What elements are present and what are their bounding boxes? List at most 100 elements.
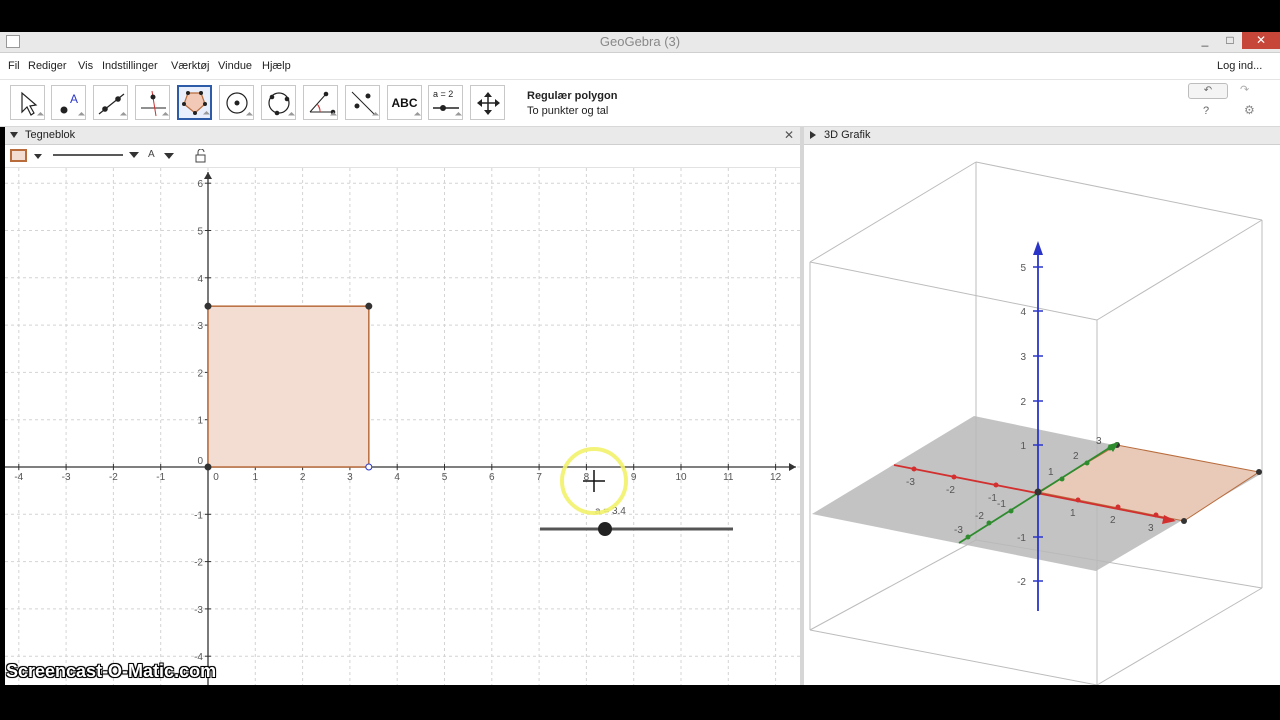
- x-tick-label: 2: [300, 472, 306, 483]
- z-axis-arrow-icon: [1033, 241, 1043, 255]
- y-tick-label: 5: [197, 227, 203, 238]
- graphics-view-title: Tegneblok: [25, 129, 76, 141]
- z-tick-label: 4: [1020, 307, 1026, 318]
- style-bar: A: [5, 145, 800, 168]
- lock-icon[interactable]: [195, 149, 207, 163]
- tool-text[interactable]: ABC: [387, 85, 422, 120]
- polygon-vertex: [365, 302, 373, 310]
- text-tool-label: ABC: [391, 95, 418, 110]
- active-tool-help: To punkter og tal: [527, 105, 609, 117]
- tool-slider[interactable]: a = 2: [428, 85, 463, 120]
- x-tick-3d: [1115, 504, 1121, 510]
- tool-point[interactable]: A: [51, 85, 86, 120]
- x-tick-3d: [911, 466, 917, 472]
- undo-button[interactable]: ↶: [1188, 83, 1228, 99]
- x-tick-label: 10: [675, 472, 687, 483]
- y-tick-label: 1: [197, 416, 203, 427]
- tool-circle-three-points[interactable]: [261, 85, 296, 120]
- z-tick-label: 2: [1020, 397, 1026, 408]
- toolbar: A ABC a = 2 Regulær polygon To punkter o…: [0, 80, 1280, 127]
- x-tick-label: -1: [156, 472, 165, 483]
- y-tick-3d: [965, 534, 971, 540]
- z-tick-label: 3: [1020, 352, 1026, 363]
- graphics-3d-view[interactable]: 3D Grafik 5 4 3 2 1 -1 -2 -3 -2 -1 1 2 3 -3 -2 -1 1 2 3: [804, 127, 1280, 685]
- move-graphics-view-icon: [477, 92, 500, 115]
- menu-help[interactable]: Hjælp: [262, 60, 291, 72]
- tool-perpendicular[interactable]: [135, 85, 170, 120]
- y-tick-label-3d: -1: [997, 499, 1006, 510]
- z-tick-label: -2: [1017, 577, 1026, 588]
- tool-circle[interactable]: [219, 85, 254, 120]
- y-tick-label: -3: [194, 605, 203, 616]
- collapse-triangle-icon[interactable]: [10, 132, 18, 139]
- y-tick-label-3d: 1: [1048, 467, 1054, 478]
- y-tick-label-3d: 2: [1073, 451, 1079, 462]
- z-tick-label: 1: [1020, 441, 1026, 452]
- minimize-button[interactable]: _: [1192, 32, 1218, 49]
- y-tick-label: 2: [197, 368, 203, 379]
- menu-edit[interactable]: Rediger: [28, 60, 67, 72]
- x-tick-3d: [1153, 512, 1159, 518]
- polygon-vertex: [204, 302, 212, 310]
- menu-view[interactable]: Vis: [78, 60, 93, 72]
- polygon-vertex-3d: [1256, 469, 1262, 475]
- close-view-icon[interactable]: ✕: [784, 128, 794, 142]
- expand-triangle-icon[interactable]: [810, 131, 817, 140]
- label-style-button[interactable]: A: [148, 149, 155, 160]
- x-tick-label: 11: [723, 472, 734, 483]
- x-tick-label: -3: [62, 472, 71, 483]
- maximize-button[interactable]: □: [1218, 32, 1242, 49]
- polygon-vertex: [204, 463, 212, 471]
- x-tick-label-3d: 1: [1070, 508, 1076, 519]
- x-tick-label: 3: [347, 472, 353, 483]
- menu-tools[interactable]: Værktøj: [171, 60, 210, 72]
- origin-label: 0: [197, 456, 203, 467]
- y-tick-label: 6: [197, 179, 203, 190]
- x-tick-label: 6: [489, 472, 495, 483]
- settings-icon[interactable]: ⚙: [1244, 103, 1255, 117]
- color-picker-icon[interactable]: [10, 149, 46, 163]
- polygon-vertex: [365, 463, 373, 471]
- x-tick-label: 12: [770, 472, 782, 483]
- y-tick-label-3d: 3: [1096, 436, 1102, 447]
- tool-move-view[interactable]: [470, 85, 505, 120]
- svg-text:A: A: [70, 92, 78, 106]
- y-tick-3d: [1059, 476, 1065, 482]
- graphics-3d-canvas[interactable]: 5 4 3 2 1 -1 -2 -3 -2 -1 1 2 3 -3 -2 -1 1 2 3: [804, 145, 1280, 685]
- help-button[interactable]: ?: [1203, 105, 1209, 117]
- bounding-box-edge: [1096, 587, 1263, 685]
- x-tick-3d: [951, 474, 957, 480]
- tool-angle[interactable]: [303, 85, 338, 120]
- tool-move[interactable]: [10, 85, 45, 120]
- y-tick-3d: [1008, 508, 1014, 514]
- graphics-canvas[interactable]: -4 -3 -2 -1 0 1 2 3 4 5 6 7 8 9 10 11 12654321-1-2-3-40a…: [5, 168, 800, 685]
- z-tick-label: 5: [1020, 263, 1026, 274]
- y-tick-label: -2: [194, 558, 203, 569]
- x-tick-3d: [993, 482, 999, 488]
- slider-handle: [598, 522, 612, 536]
- tool-reflect[interactable]: [345, 85, 380, 120]
- menu-window[interactable]: Vindue: [218, 60, 252, 72]
- bounding-box-edge: [809, 161, 977, 263]
- close-button[interactable]: ✕: [1242, 32, 1280, 49]
- regular-polygon: [207, 305, 370, 468]
- bounding-box-edge: [809, 261, 1098, 321]
- graphics-view[interactable]: Tegneblok ✕ A -4 -3 -2 -1 0 1 2 3 4 5 6 7 8 9 10 11 12 6 5…: [5, 127, 800, 685]
- bounding-box-edge: [975, 161, 1263, 221]
- y-tick-label: 4: [197, 274, 203, 285]
- title-bar: GeoGebra (3) _ □ ✕: [0, 32, 1280, 53]
- y-tick-3d: [986, 520, 992, 526]
- line-style-icon[interactable]: [53, 151, 141, 161]
- tool-line[interactable]: [93, 85, 128, 120]
- menu-file[interactable]: Fil: [8, 60, 20, 72]
- x-tick-label: 9: [631, 472, 637, 483]
- x-tick-label: 1: [253, 472, 259, 483]
- bounding-box-edge: [809, 539, 977, 631]
- y-tick-label: 3: [197, 321, 203, 332]
- menu-settings[interactable]: Indstillinger: [102, 60, 158, 72]
- redo-button[interactable]: ↷: [1240, 83, 1249, 96]
- login-link[interactable]: Log ind...: [1217, 60, 1262, 72]
- chevron-down-icon[interactable]: [163, 152, 175, 160]
- graphics-view-header: Tegneblok ✕: [5, 127, 800, 145]
- tool-regular-polygon[interactable]: [177, 85, 212, 120]
